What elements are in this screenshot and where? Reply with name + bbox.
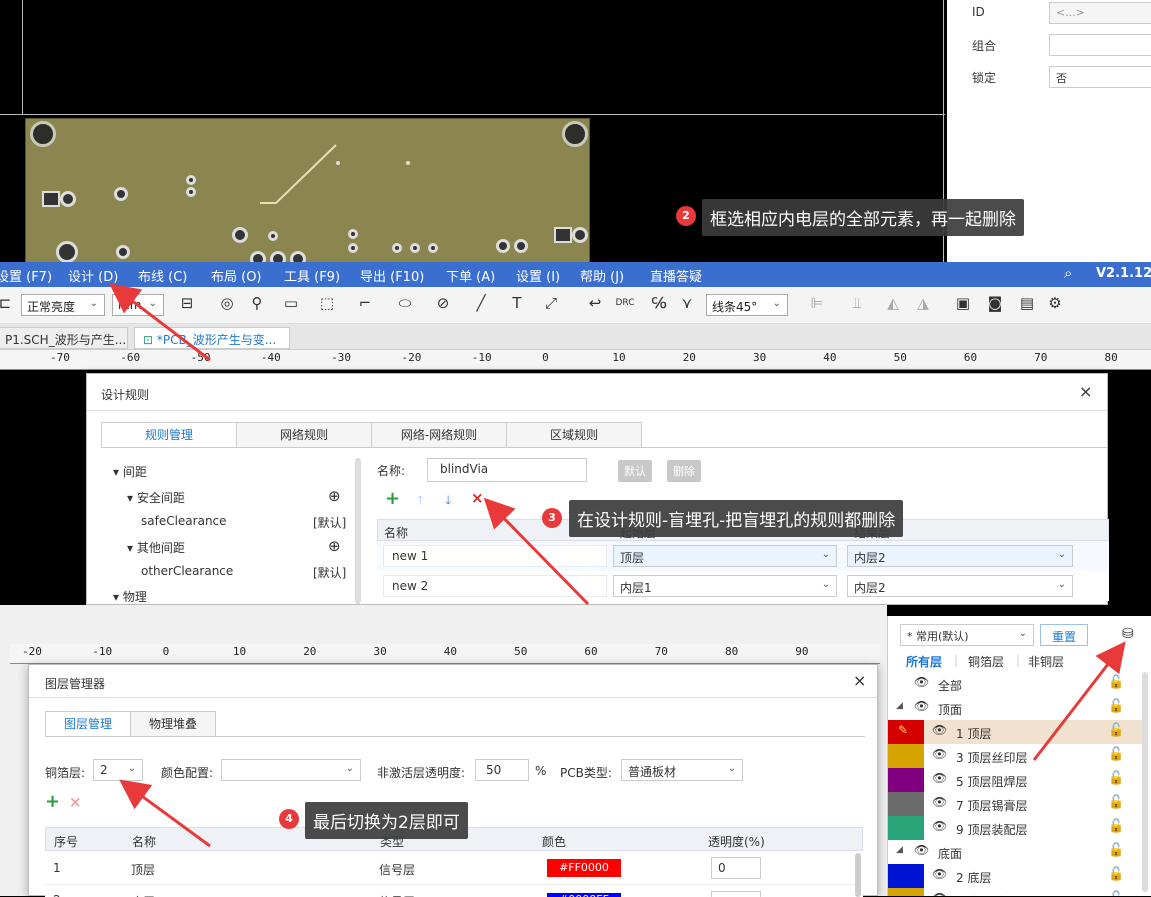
annotation-arrows — [109, 283, 1126, 848]
arrow — [1032, 641, 1126, 761]
arrow — [483, 497, 590, 606]
arrow — [109, 283, 211, 362]
arrow — [119, 779, 211, 848]
